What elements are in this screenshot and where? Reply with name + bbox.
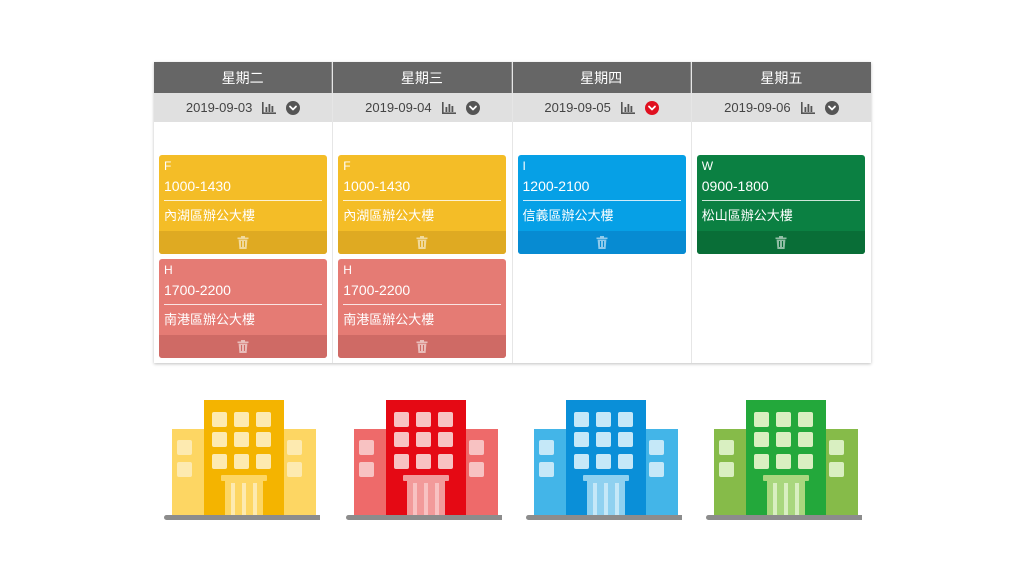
shift-card-footer [517,231,686,254]
shift-card-body: H 1700-2200 南港區辦公大樓 [338,259,506,335]
bar-chart-icon[interactable] [620,101,635,114]
shift-card[interactable]: H 1700-2200 南港區辦公大樓 [159,259,327,358]
day-column: 星期三 2019-09-04 F 1000-1430 內湖區辦公大樓 H 1700-2200… [333,62,513,363]
chevron-down-icon[interactable] [644,100,659,115]
shift-card[interactable]: W 0900-1800 松山區辦公大樓 [696,155,865,254]
shift-card-body: H 1700-2200 南港區辦公大樓 [159,259,327,335]
shift-card-body: W 0900-1800 松山區辦公大樓 [697,155,865,231]
chevron-down-icon[interactable] [465,100,480,115]
bar-chart-icon[interactable] [800,101,815,114]
trash-icon[interactable] [416,340,428,353]
shift-location: 內湖區辦公大樓 [343,208,435,223]
shift-card[interactable]: F 1000-1430 內湖區辦公大樓 [338,155,507,254]
shift-location: 松山區辦公大樓 [701,208,793,223]
bar-chart-icon[interactable] [262,101,277,114]
shift-time: 1000-1430 [343,174,502,201]
weekly-schedule: 星期二 2019-09-03 F 1000-1430 內湖區辦公大樓 H 1700-2200… [154,62,871,363]
bar-chart-icon[interactable] [441,101,456,114]
shift-card[interactable]: H 1700-2200 南港區辦公大樓 [338,259,507,358]
shift-location: 南港區辦公大樓 [343,312,435,327]
shift-card-footer [159,231,327,254]
shift-location: 信義區辦公大樓 [522,208,614,223]
day-column: 星期五 2019-09-06 W 0900-1800 松山區辦公大樓 [691,62,871,363]
date-label: 2019-09-04 [365,100,432,115]
shift-location: 南港區辦公大樓 [164,312,256,327]
shift-code: H [343,263,352,277]
shift-time: 1700-2200 [164,278,322,305]
date-row: 2019-09-04 [333,93,512,122]
shift-list: F 1000-1430 內湖區辦公大樓 H 1700-2200 南港區辦公大樓 [338,155,507,363]
shift-card-footer [338,335,507,358]
date-label: 2019-09-03 [185,100,253,115]
shift-code: W [701,159,714,173]
trash-icon[interactable] [237,236,249,249]
building-illustrations [160,398,870,522]
shift-time: 0900-1800 [701,174,860,201]
day-column: 星期四 2019-09-05 I 1200-2100 信義區辦公大樓 [512,62,692,363]
trash-icon[interactable] [237,340,249,353]
date-label: 2019-09-05 [544,100,611,115]
date-row: 2019-09-06 [691,93,871,122]
shift-card-footer [696,231,865,254]
shift-time: 1700-2200 [343,278,502,305]
weekday-header: 星期二 [154,62,333,93]
trash-icon[interactable] [416,236,428,249]
shift-card[interactable]: I 1200-2100 信義區辦公大樓 [517,155,686,254]
shift-code: H [164,263,173,277]
shift-card-body: F 1000-1430 內湖區辦公大樓 [159,155,327,231]
trash-icon[interactable] [596,236,608,249]
shift-code: F [343,159,351,173]
office-building-icon [702,398,862,522]
shift-list: I 1200-2100 信義區辦公大樓 [517,155,686,259]
date-row: 2019-09-05 [512,93,691,122]
office-building-icon [342,398,502,522]
shift-code: F [164,159,172,173]
shift-card-body: I 1200-2100 信義區辦公大樓 [518,155,686,231]
office-building-icon [160,398,320,522]
shift-code: I [522,159,526,173]
trash-icon[interactable] [775,236,787,249]
shift-card-body: F 1000-1430 內湖區辦公大樓 [338,155,506,231]
chevron-down-icon[interactable] [824,100,839,115]
shift-list: F 1000-1430 內湖區辦公大樓 H 1700-2200 南港區辦公大樓 [159,155,327,363]
weekday-header: 星期五 [691,62,871,93]
chevron-down-icon[interactable] [286,100,301,115]
shift-time: 1000-1430 [164,174,322,201]
shift-card[interactable]: F 1000-1430 內湖區辦公大樓 [159,155,327,254]
shift-time: 1200-2100 [522,174,681,201]
shift-list: W 0900-1800 松山區辦公大樓 [696,155,865,259]
shift-card-footer [338,231,507,254]
weekday-header: 星期四 [512,62,691,93]
office-building-icon [522,398,682,522]
day-column: 星期二 2019-09-03 F 1000-1430 內湖區辦公大樓 H 1700-2200… [154,62,334,363]
date-label: 2019-09-06 [724,100,791,115]
shift-location: 內湖區辦公大樓 [164,208,256,223]
weekday-header: 星期三 [333,62,512,93]
shift-card-footer [159,335,327,358]
date-row: 2019-09-03 [154,93,333,122]
